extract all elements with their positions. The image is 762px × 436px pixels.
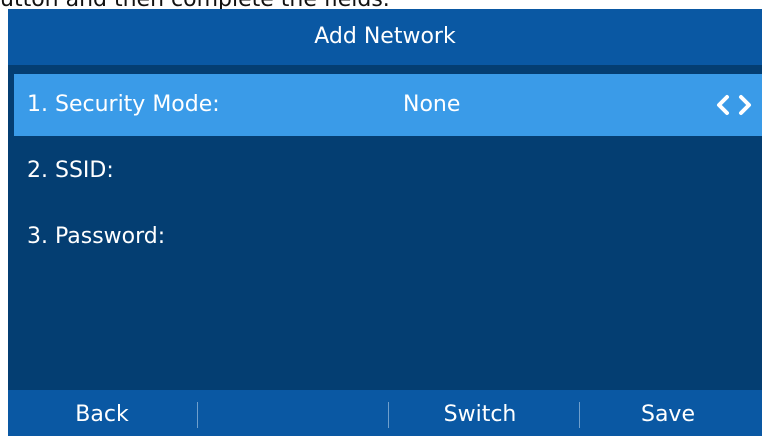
security-mode-label: 1. Security Mode: bbox=[27, 92, 220, 117]
chevron-right-icon[interactable] bbox=[736, 93, 754, 117]
empty-softkey[interactable] bbox=[197, 390, 385, 436]
back-softkey[interactable]: Back bbox=[8, 390, 196, 436]
phone-screen: Add Network 1. Security Mode: None 2. SS… bbox=[8, 9, 762, 436]
page-title: Add Network bbox=[8, 9, 762, 65]
softkey-bar: Back Switch Save bbox=[8, 390, 762, 436]
security-mode-value: None bbox=[403, 92, 461, 117]
password-label: 3. Password: bbox=[27, 224, 166, 249]
chevron-left-icon[interactable] bbox=[714, 93, 732, 117]
ssid-row[interactable]: 2. SSID: bbox=[14, 140, 762, 202]
switch-softkey[interactable]: Switch bbox=[386, 390, 574, 436]
save-softkey[interactable]: Save bbox=[574, 390, 762, 436]
security-mode-row[interactable]: 1. Security Mode: None bbox=[14, 74, 762, 136]
security-mode-switcher[interactable] bbox=[714, 74, 754, 136]
password-row[interactable]: 3. Password: bbox=[14, 206, 762, 268]
ssid-label: 2. SSID: bbox=[27, 158, 114, 183]
